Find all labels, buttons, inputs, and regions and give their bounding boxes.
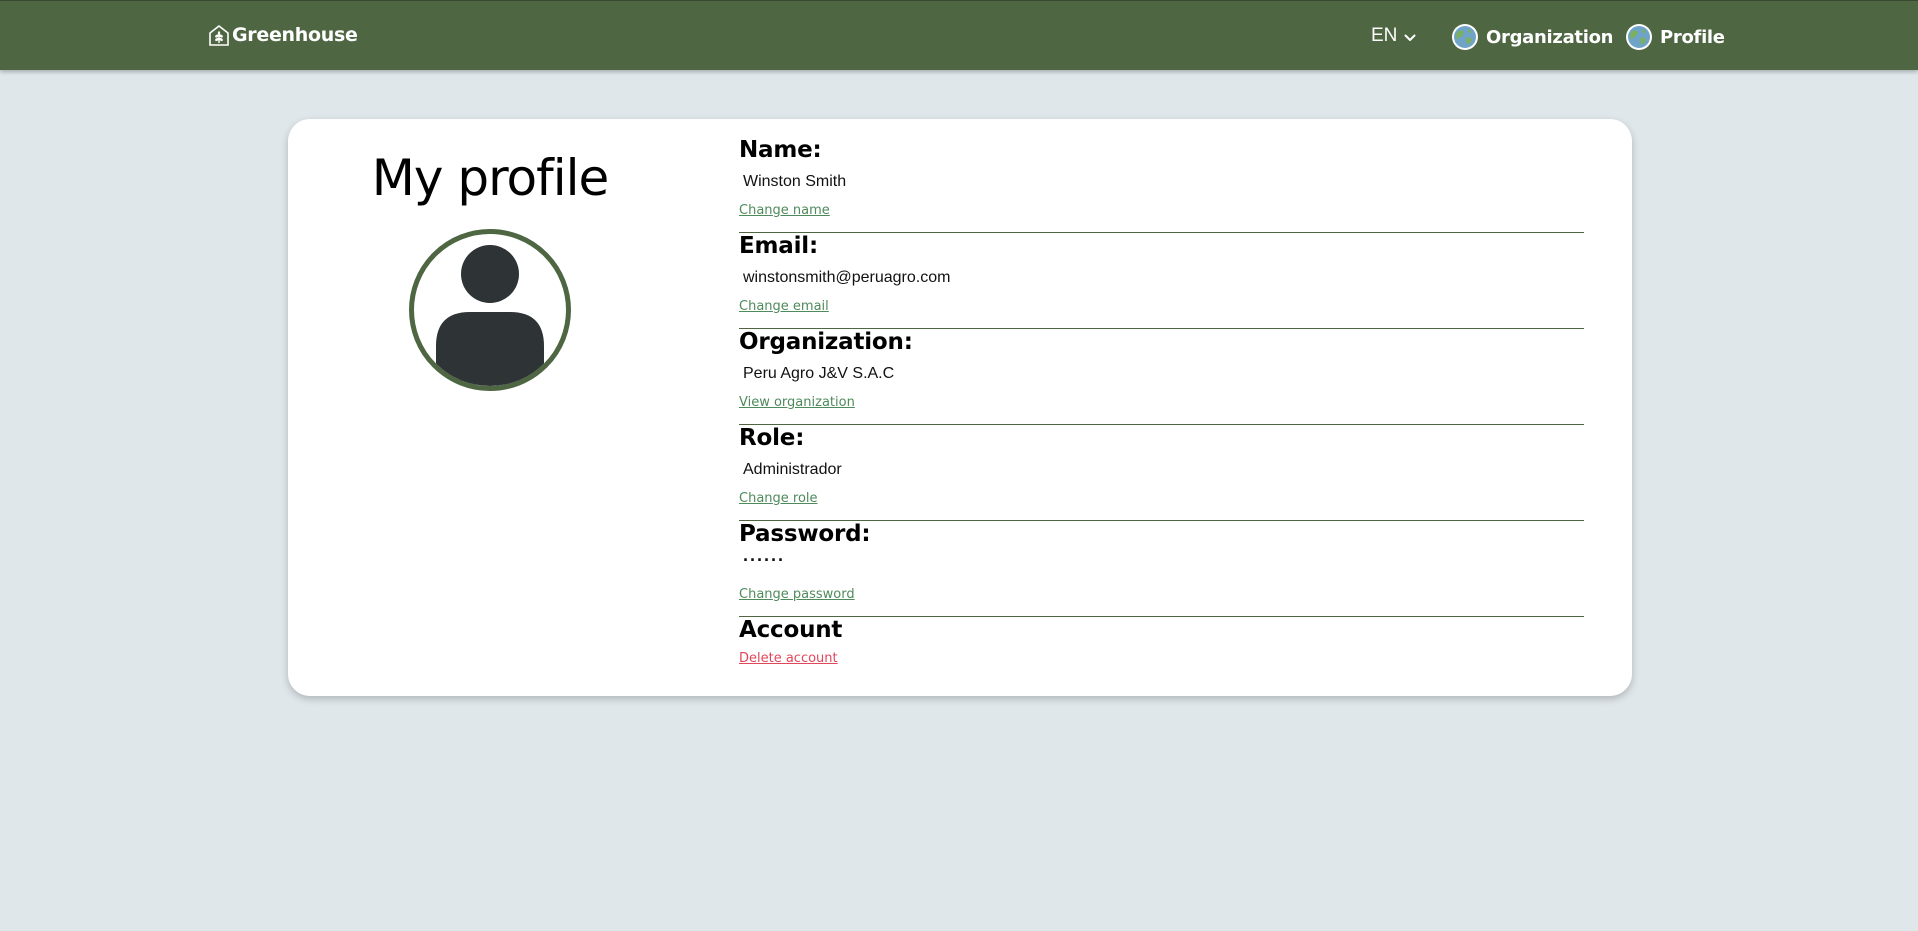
role-label: Role: bbox=[739, 425, 805, 451]
role-section: Role: Administrador Change role bbox=[739, 425, 1584, 521]
organization-value: Peru Agro J&V S.A.C bbox=[743, 365, 895, 382]
globe-icon bbox=[1451, 23, 1479, 51]
globe-icon bbox=[1625, 23, 1653, 51]
email-section: Email: winstonsmith@peruagro.com Change … bbox=[739, 233, 1584, 329]
name-section: Name: Winston Smith Change name bbox=[739, 137, 1584, 233]
profile-fields: Name: Winston Smith Change name Email: w… bbox=[739, 137, 1584, 677]
profile-card: My profile Name: Winston Smith Change na… bbox=[288, 119, 1632, 696]
role-value: Administrador bbox=[743, 461, 842, 478]
user-silhouette-icon bbox=[436, 245, 544, 386]
nav-profile-label: Profile bbox=[1660, 26, 1725, 48]
password-section: Password: ······ Change password bbox=[739, 521, 1584, 617]
language-selector[interactable]: EN bbox=[1371, 25, 1417, 47]
change-name-link[interactable]: Change name bbox=[739, 203, 830, 218]
top-navbar: Greenhouse EN Organization Profile bbox=[0, 0, 1918, 70]
nav-profile-link[interactable]: Profile bbox=[1625, 23, 1725, 51]
change-role-link[interactable]: Change role bbox=[739, 491, 818, 506]
view-organization-link[interactable]: View organization bbox=[739, 395, 855, 410]
change-email-link[interactable]: Change email bbox=[739, 299, 829, 314]
delete-account-link[interactable]: Delete account bbox=[739, 651, 838, 666]
page-title: My profile bbox=[371, 149, 610, 207]
email-label: Email: bbox=[739, 233, 818, 259]
chevron-down-icon bbox=[1403, 29, 1417, 43]
email-value: winstonsmith@peruagro.com bbox=[743, 269, 951, 286]
greenhouse-leaf-icon bbox=[207, 23, 231, 47]
account-section: Account Delete account bbox=[739, 617, 1584, 677]
account-label: Account bbox=[739, 617, 843, 643]
change-password-link[interactable]: Change password bbox=[739, 587, 855, 602]
brand-name: Greenhouse bbox=[232, 24, 358, 46]
organization-label: Organization: bbox=[739, 329, 913, 355]
password-label: Password: bbox=[739, 521, 871, 547]
organization-section: Organization: Peru Agro J&V S.A.C View o… bbox=[739, 329, 1584, 425]
nav-organization-label: Organization bbox=[1486, 26, 1614, 48]
avatar bbox=[409, 229, 571, 391]
brand-logo-link[interactable]: Greenhouse bbox=[207, 23, 358, 47]
name-value: Winston Smith bbox=[743, 173, 847, 190]
name-label: Name: bbox=[739, 137, 822, 163]
password-value: ······ bbox=[743, 550, 785, 570]
language-code: EN bbox=[1371, 25, 1398, 46]
nav-organization-link[interactable]: Organization bbox=[1451, 23, 1613, 51]
